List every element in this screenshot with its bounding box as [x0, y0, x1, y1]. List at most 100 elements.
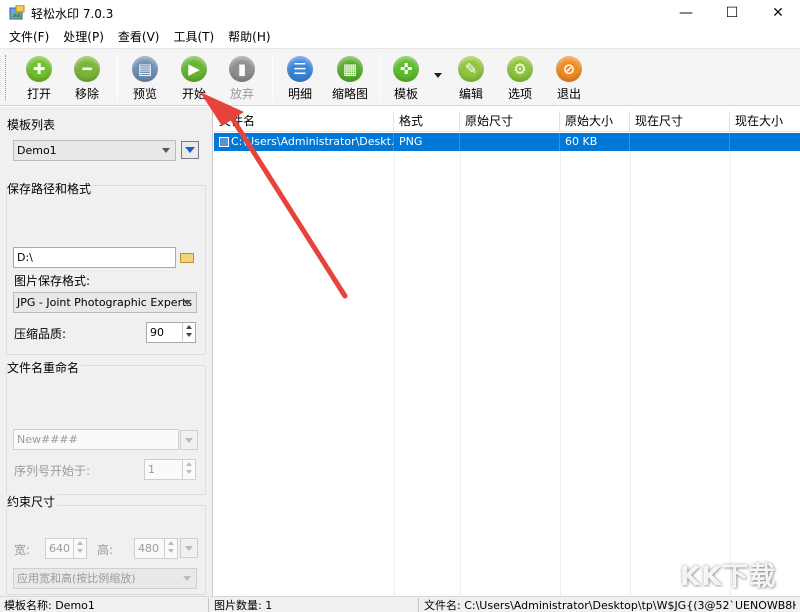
status-count: 图片数量: 1	[214, 599, 273, 612]
width-label: 宽:	[14, 543, 31, 557]
file-list[interactable]: 文件名 格式 原始尺寸 原始大小 现在尺寸 现在大小 C:\Users\Admi…	[214, 107, 800, 596]
arrow-up-icon	[186, 462, 192, 466]
save-path-field[interactable]: D:\	[13, 247, 176, 268]
status-filename: 文件名: C:\Users\Administrator\Desktop\tp\W…	[424, 599, 796, 612]
toolbar-separator	[117, 55, 118, 101]
edit-button[interactable]: ✎ 编辑	[448, 54, 494, 102]
folder-icon	[180, 252, 194, 263]
close-button[interactable]: ✕	[755, 0, 800, 26]
exit-label: 退出	[556, 87, 581, 101]
details-icon: ☰	[287, 56, 313, 82]
menu-view[interactable]: 查看(V)	[111, 27, 167, 47]
rename-pattern-dropdown[interactable]	[180, 430, 198, 450]
sequence-spin-buttons[interactable]	[182, 460, 195, 479]
stop-icon: ▮	[229, 56, 255, 82]
abort-label: 放弃	[229, 87, 254, 101]
menu-file[interactable]: 文件(F)	[2, 27, 56, 47]
menu-help[interactable]: 帮助(H)	[221, 27, 277, 47]
start-label: 开始	[181, 87, 206, 101]
resize-mode-select[interactable]: 应用宽和高(按比例缩放)	[13, 568, 197, 589]
options-label: 选项	[507, 87, 532, 101]
menu-tools[interactable]: 工具(T)	[166, 27, 221, 47]
column-header-current-size[interactable]: 现在大小	[730, 111, 800, 132]
maximize-button[interactable]: ☐	[709, 0, 755, 26]
menu-process[interactable]: 处理(P)	[56, 27, 111, 47]
minimize-icon: —	[679, 5, 693, 21]
column-header-original-dimensions[interactable]: 原始尺寸	[460, 111, 560, 132]
template-button[interactable]: ✜ 模板	[383, 54, 429, 102]
cell-current-dimensions	[630, 133, 730, 151]
browse-folder-button[interactable]	[177, 248, 197, 267]
pencil-icon: ✎	[458, 56, 484, 82]
column-gridline	[630, 151, 631, 596]
height-spin-buttons[interactable]	[164, 539, 177, 558]
thumbnails-button[interactable]: ▦ 缩略图	[324, 54, 376, 102]
options-button[interactable]: ⚙ 选项	[497, 54, 543, 102]
open-button[interactable]: ✚ 打开	[16, 54, 62, 102]
chevron-down-icon	[183, 300, 191, 305]
abort-button[interactable]: ▮ 放弃	[219, 54, 265, 102]
sequence-value: 1	[148, 463, 155, 476]
arrow-down-icon	[77, 549, 83, 553]
close-icon: ✕	[772, 5, 784, 21]
chevron-down-icon	[183, 576, 191, 581]
size-preset-dropdown[interactable]	[180, 538, 198, 558]
preview-button[interactable]: ▤ 预览	[122, 54, 168, 102]
preview-label: 预览	[132, 87, 157, 101]
settings-panel: 模板列表 Demo1 保存路径和格式 D:\ 图片保存格式: JPG - Joi…	[0, 107, 213, 596]
toolbar-separator	[379, 55, 380, 101]
remove-button[interactable]: ━ 移除	[64, 54, 110, 102]
format-select[interactable]: JPG - Joint Photographic Experts (	[13, 292, 197, 313]
template-label: 模板	[393, 87, 418, 101]
save-path-value: D:\	[17, 251, 33, 264]
quality-stepper[interactable]: 90	[146, 322, 196, 343]
arrow-down-icon	[186, 333, 192, 337]
sequence-label: 序列号开始于:	[14, 464, 91, 478]
save-group-title: 保存路径和格式	[7, 180, 94, 197]
edit-label: 编辑	[458, 87, 483, 101]
cell-current-size	[730, 133, 800, 151]
table-row[interactable]: C:\Users\Administrator\Deskt... PNG 60 K…	[214, 133, 800, 151]
puzzle-icon: ✜	[393, 56, 419, 82]
details-button[interactable]: ☰ 明细	[277, 54, 323, 102]
quality-label: 压缩品质:	[14, 327, 67, 341]
column-header-filename[interactable]: 文件名	[214, 111, 394, 132]
start-button[interactable]: ▶ 开始	[171, 54, 217, 102]
width-spin-buttons[interactable]	[73, 539, 86, 558]
arrow-down-icon	[168, 549, 174, 553]
rename-group-title: 文件名重命名	[7, 359, 82, 376]
column-gridline	[560, 151, 561, 596]
quality-spin-buttons[interactable]	[182, 323, 195, 342]
kk-watermark-logo: KK下载	[680, 562, 777, 592]
column-header-format[interactable]: 格式	[394, 111, 460, 132]
minus-icon: ━	[74, 56, 100, 82]
width-stepper[interactable]: 640	[45, 538, 87, 559]
template-select[interactable]: Demo1	[13, 140, 176, 161]
template-menu-button[interactable]	[181, 141, 199, 159]
minimize-button[interactable]: —	[663, 0, 709, 26]
format-label: 图片保存格式:	[14, 274, 91, 288]
toolbar-grip[interactable]	[5, 55, 8, 101]
thumbnails-icon: ▦	[337, 56, 363, 82]
height-label: 高:	[97, 543, 114, 557]
column-header-current-dimensions[interactable]: 现在尺寸	[630, 111, 730, 132]
rename-pattern-field[interactable]: New####	[13, 429, 179, 450]
template-dropdown-arrow-icon[interactable]	[434, 73, 442, 78]
status-divider	[208, 598, 209, 612]
quality-value: 90	[150, 326, 164, 339]
exit-button[interactable]: ⊘ 退出	[546, 54, 592, 102]
column-header-original-size[interactable]: 原始大小	[560, 111, 630, 132]
title-bar: 轻松水印 7.0.3 — ☐ ✕	[0, 0, 800, 26]
blue-triangle-icon	[185, 147, 195, 153]
cell-filename: C:\Users\Administrator\Deskt...	[214, 133, 394, 151]
resize-mode-value: 应用宽和高(按比例缩放)	[17, 572, 136, 585]
sequence-stepper[interactable]: 1	[144, 459, 196, 480]
play-icon: ▶	[181, 56, 207, 82]
toolbar-separator	[272, 55, 273, 101]
menu-bar: 文件(F) 处理(P) 查看(V) 工具(T) 帮助(H)	[0, 27, 800, 47]
preview-icon: ▤	[132, 56, 158, 82]
height-stepper[interactable]: 480	[134, 538, 178, 559]
chevron-down-icon	[185, 437, 193, 443]
arrow-up-icon	[186, 325, 192, 329]
constraint-group-title: 约束尺寸	[7, 493, 58, 510]
